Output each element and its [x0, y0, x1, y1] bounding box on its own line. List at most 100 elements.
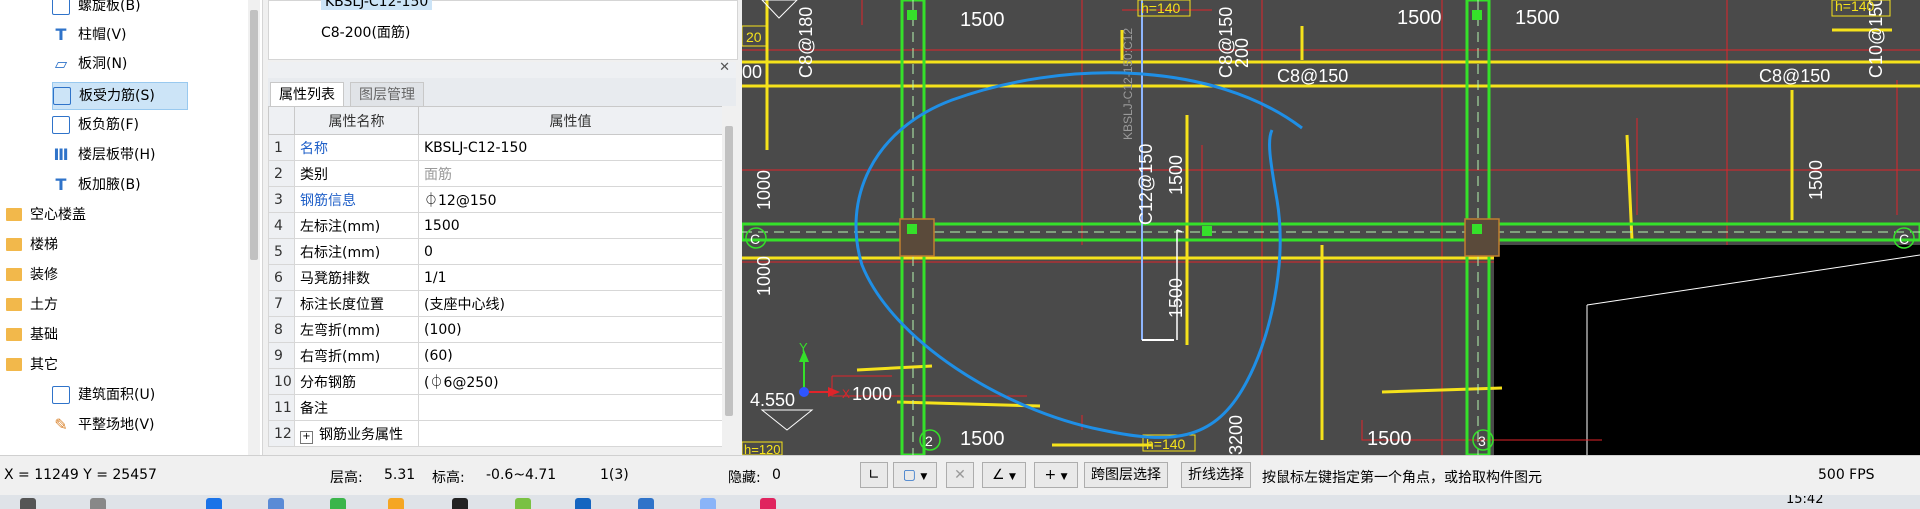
close-icon[interactable]: ✕ — [719, 60, 730, 75]
building-area-icon — [52, 386, 70, 404]
tree-folder-earthwork[interactable]: 土方 — [6, 292, 58, 318]
tree-item-slab-haunch[interactable]: T 板加腋(B) — [52, 172, 141, 198]
scrollbar-thumb[interactable] — [250, 10, 258, 260]
tree-folder-decoration[interactable]: 装修 — [6, 262, 58, 288]
row-number: 5 — [268, 238, 295, 265]
row-number: 9 — [268, 342, 295, 369]
property-value[interactable]: KBSLJ-C12-150 — [418, 134, 723, 161]
app-icon[interactable] — [515, 498, 531, 509]
property-value[interactable]: (100) — [418, 316, 723, 343]
ucs-x-label: X — [842, 387, 850, 401]
property-value[interactable]: 0 — [418, 238, 723, 265]
tab-property-list[interactable]: 属性列表 — [270, 82, 344, 107]
angle-dropdown[interactable]: ∠ ▼ — [982, 462, 1026, 488]
folder-icon[interactable] — [388, 498, 404, 509]
tab-layer-management[interactable]: 图层管理 — [350, 82, 424, 107]
row-number: 1 — [268, 134, 295, 161]
dim-1500: 1500 — [1166, 155, 1186, 195]
app-icon[interactable] — [452, 498, 468, 509]
folder-icon — [6, 237, 22, 251]
table-row[interactable]: 12 + 钢筋业务属性 — [268, 420, 723, 447]
search-icon[interactable] — [90, 498, 106, 509]
app-icon[interactable] — [760, 498, 776, 509]
tree-item-column-cap[interactable]: T 柱帽(V) — [52, 22, 127, 48]
angle-icon: ∠ — [992, 467, 1005, 483]
property-name: + 钢筋业务属性 — [294, 420, 419, 447]
select-box-dropdown[interactable]: ▢ ▼ — [893, 462, 937, 488]
property-value[interactable]: (支座中心线) — [418, 290, 723, 317]
rebar-label: C12@150 — [1136, 144, 1156, 225]
cross-layer-select-button[interactable]: 跨图层选择 — [1084, 462, 1168, 488]
column-cap-icon: T — [55, 25, 67, 44]
cross-select-button[interactable]: ✕ — [946, 462, 974, 488]
taskbar-clock[interactable]: 15:42 — [1786, 495, 1823, 507]
tree-item-spiral-slab[interactable]: 螺旋板(B) — [52, 0, 141, 19]
row-number: 7 — [268, 290, 295, 317]
dim-1500: 1500 — [1166, 278, 1186, 318]
tree-item-building-area[interactable]: 建筑面积(U) — [52, 382, 155, 408]
property-value[interactable]: 1500 — [418, 212, 723, 239]
table-row[interactable]: 3 钢筋信息 ⏀12@150 — [268, 186, 723, 213]
tree-folder-other[interactable]: 其它 — [6, 352, 58, 378]
tree-folder-label: 基础 — [30, 327, 58, 343]
component-list-item[interactable]: KBSLJ-C12-150 — [321, 0, 433, 10]
table-row[interactable]: 2 类别 面筋 — [268, 160, 723, 187]
snap-icon: + — [1044, 467, 1057, 483]
table-row[interactable]: 5 右标注(mm) 0 — [268, 238, 723, 265]
row-number: 4 — [268, 212, 295, 239]
cad-canvas[interactable]: C C 2 3 Y X 1500 1500 1500 1500 1500 100… — [742, 0, 1920, 455]
table-row[interactable]: 8 左弯折(mm) (100) — [268, 316, 723, 343]
tree-folder-stairs[interactable]: 楼梯 — [6, 232, 58, 258]
property-value[interactable]: 面筋 — [418, 160, 723, 187]
tree-item-slab-stress-rebar[interactable]: 板受力筋(S) — [52, 82, 188, 110]
selection-count: 1(3) — [600, 467, 629, 483]
property-value[interactable] — [418, 420, 723, 447]
table-row[interactable]: 6 马凳筋排数 1/1 — [268, 264, 723, 291]
cross-icon: ✕ — [954, 467, 966, 483]
app-icon[interactable] — [700, 498, 716, 509]
rebar-label: C8@150 — [1277, 66, 1348, 86]
table-row[interactable]: 1 名称 KBSLJ-C12-150 — [268, 134, 723, 161]
polyline-select-button[interactable]: 折线选择 — [1181, 462, 1251, 488]
folder-icon — [6, 297, 22, 311]
axis-3-label: 3 — [1478, 433, 1486, 449]
app-icon[interactable] — [575, 498, 591, 509]
scrollbar-thumb[interactable] — [725, 126, 733, 416]
app-icon[interactable] — [330, 498, 346, 509]
app-icon[interactable] — [638, 498, 654, 509]
component-list-item[interactable]: C8-200(面筋) — [321, 22, 410, 42]
property-value[interactable]: (60) — [418, 342, 723, 369]
tree-folder-hollow-floor[interactable]: 空心楼盖 — [6, 202, 86, 228]
property-scrollbar[interactable] — [722, 106, 736, 455]
cad-drawing[interactable]: C C 2 3 Y X 1500 1500 1500 1500 1500 100… — [742, 0, 1920, 455]
black-region — [1494, 245, 1920, 455]
folder-icon — [6, 207, 22, 221]
tree-folder-label: 空心楼盖 — [30, 207, 86, 223]
table-row[interactable]: 10 分布钢筋 (⏀6@250) — [268, 368, 723, 395]
dim-1500: 1500 — [960, 428, 1005, 450]
tree-item-site-leveling[interactable]: ✎ 平整场地(V) — [52, 412, 154, 438]
table-row[interactable]: 4 左标注(mm) 1500 — [268, 212, 723, 239]
expand-icon[interactable]: + — [300, 430, 313, 444]
select-box-icon: ▢ — [902, 467, 916, 483]
tree-item-slab-negative-rebar[interactable]: 板负筋(F) — [52, 112, 139, 138]
property-value[interactable]: 1/1 — [418, 264, 723, 291]
property-value[interactable] — [418, 394, 723, 421]
tree-item-slab-hole[interactable]: ▱ 板洞(N) — [52, 51, 128, 77]
tree-folder-foundation[interactable]: 基础 — [6, 322, 58, 348]
table-row[interactable]: 9 右弯折(mm) (60) — [268, 342, 723, 369]
table-row[interactable]: 7 标注长度位置 (支座中心线) — [268, 290, 723, 317]
table-row[interactable]: 11 备注 — [268, 394, 723, 421]
dim-00: 00 — [742, 62, 762, 82]
ortho-button[interactable]: ∟ — [860, 462, 888, 488]
property-value[interactable]: (⏀6@250) — [418, 368, 723, 395]
windows-icon[interactable] — [20, 498, 36, 509]
property-value[interactable]: ⏀12@150 — [418, 186, 723, 213]
snap-dropdown[interactable]: + ▼ — [1034, 462, 1078, 488]
floor-height-label: 层高: — [330, 470, 363, 486]
tree-item-floor-strip[interactable]: Ⅲ 楼层板带(H) — [52, 142, 155, 168]
app-icon[interactable] — [268, 498, 284, 509]
edge-icon[interactable] — [206, 498, 222, 509]
property-name: 左弯折(mm) — [294, 316, 419, 343]
tree-scrollbar[interactable] — [248, 0, 260, 455]
